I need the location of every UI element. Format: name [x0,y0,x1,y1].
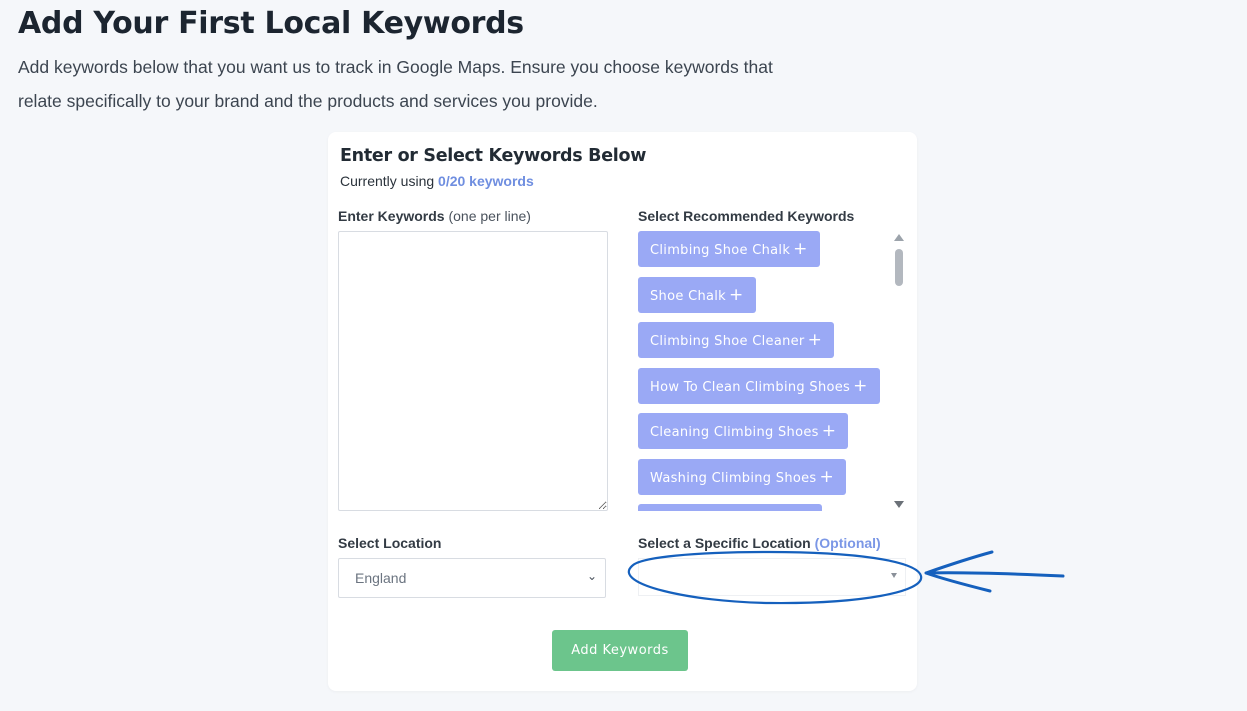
enter-keywords-label-text: Enter Keywords [338,208,445,224]
plus-icon: + [729,284,744,305]
caret-down-icon [891,573,897,578]
plus-icon: + [821,421,837,441]
optional-tag: (Optional) [814,535,881,551]
keyword-chip[interactable]: Shoe Chalk + [638,276,756,313]
page-description: Add keywords below that you want us to t… [18,57,773,111]
keyword-chip[interactable]: Climbing Shoe Chalk + [638,231,820,267]
usage-prefix: Currently using [340,173,435,189]
keywords-textarea[interactable] [338,231,608,511]
keywords-card: Enter or Select Keywords Below Currently… [328,132,917,691]
enter-keywords-hint: (one per line) [448,208,531,224]
keyword-chip[interactable] [638,504,822,511]
recommended-scrollbar[interactable] [892,233,906,511]
enter-keywords-label: Enter Keywords (one per line) [338,208,531,224]
add-keywords-button[interactable]: Add Keywords [552,630,688,671]
specific-location-label-text: Select a Specific Location [638,535,811,551]
location-select-value: England [355,570,407,586]
scroll-up-arrow-icon[interactable] [894,234,904,241]
keyword-usage: Currently using 0/20 keywords [340,173,534,189]
plus-icon: + [853,375,868,396]
keyword-chip[interactable]: Washing Climbing Shoes + [638,458,847,495]
plus-icon: + [819,466,835,487]
chip-label: Climbing Shoe Chalk [650,243,791,258]
location-select[interactable]: England ⌄ [338,558,606,598]
scroll-down-arrow-icon[interactable] [894,501,904,508]
chip-label: Shoe Chalk [650,288,726,304]
keyword-chip[interactable]: Climbing Shoe Cleaner + [638,322,835,358]
card-title: Enter or Select Keywords Below [340,146,647,166]
chip-label: Washing Climbing Shoes [650,470,817,486]
usage-count: 0/20 keywords [438,173,534,189]
keyword-chip[interactable]: Cleaning Climbing Shoes + [638,413,849,449]
chip-label: Climbing Shoe Cleaner [650,334,805,349]
chip-label: Cleaning Climbing Shoes [650,425,819,440]
chip-label: How To Clean Climbing Shoes [650,379,851,395]
select-location-label: Select Location [338,535,442,551]
recommended-keywords-label: Select Recommended Keywords [638,208,855,224]
keyword-chip[interactable]: How To Clean Climbing Shoes + [638,367,880,404]
recommended-keywords-list[interactable]: Climbing Shoe Chalk + Shoe Chalk + Climbin… [638,231,908,511]
specific-location-label: Select a Specific Location (Optional) [638,535,881,551]
annotation-arrow [924,550,1065,593]
plus-icon: + [793,239,808,259]
page-title: Add Your First Local Keywords [18,6,524,41]
scroll-thumb[interactable] [895,249,903,286]
plus-icon: + [807,330,823,350]
chevron-down-icon: ⌄ [586,569,597,583]
specific-location-select[interactable] [638,558,906,596]
